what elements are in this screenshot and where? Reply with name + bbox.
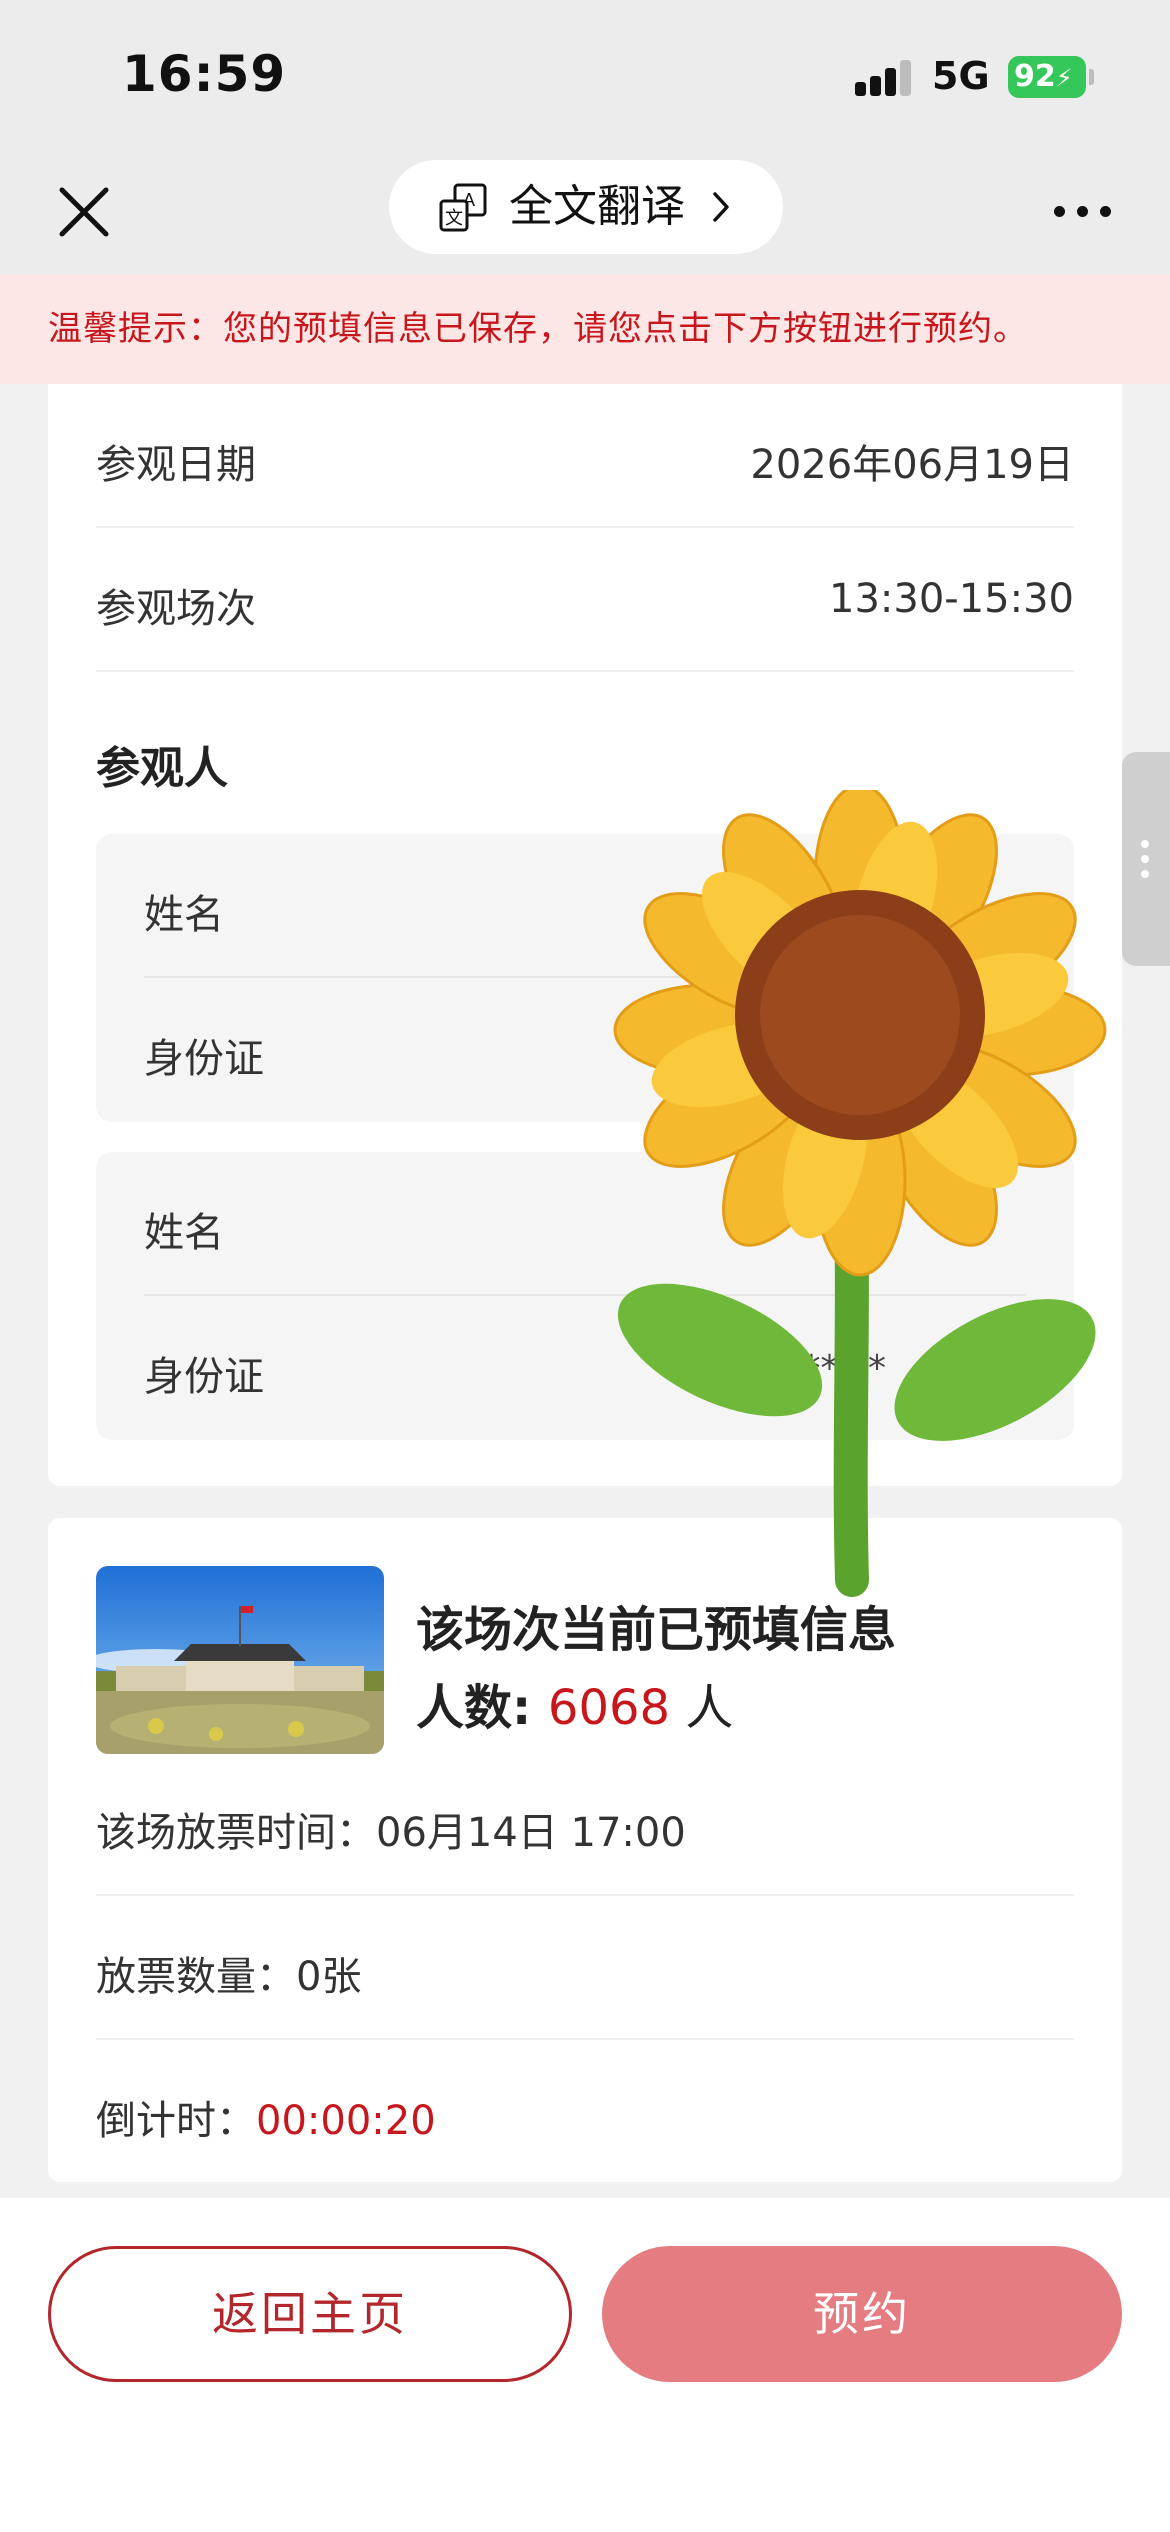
translate-button[interactable]: A 文 全文翻译 xyxy=(389,160,783,254)
release-time-label: 该场放票时间： xyxy=(96,1810,376,1856)
museum-thumbnail xyxy=(96,1566,384,1754)
visitor-id-label: 身份证 xyxy=(144,1354,264,1400)
svg-text:文: 文 xyxy=(445,208,463,228)
countdown-label: 倒计时： xyxy=(96,2098,256,2144)
release-time-row: 该场放票时间：06月14日 17:00 xyxy=(96,1752,1074,1896)
signal-icon xyxy=(855,60,913,96)
countdown-row: 倒计时：00:00:20 xyxy=(96,2040,1074,2184)
visit-date-label: 参观日期 xyxy=(96,442,256,488)
battery-icon: 92⚡ xyxy=(1008,56,1086,98)
ticket-count-row: 放票数量：0张 xyxy=(96,1896,1074,2040)
session-count: 人数: 6068 人 xyxy=(416,1668,733,1738)
ticket-count-value: 0张 xyxy=(296,1954,362,2000)
battery-tip xyxy=(1089,69,1094,85)
battery-level: 92 xyxy=(1014,59,1056,94)
countdown-value: 00:00:20 xyxy=(256,2098,436,2144)
visit-session-label: 参观场次 xyxy=(96,586,256,632)
visitor-name-label: 姓名 xyxy=(144,1210,224,1256)
more-icon[interactable] xyxy=(1052,198,1116,226)
visitor-id-label: 身份证 xyxy=(144,1036,264,1082)
visit-date-value: 2026年06月19日 xyxy=(750,442,1074,488)
translate-label: 全文翻译 xyxy=(509,181,685,232)
visit-session-value: 13:30-15:30 xyxy=(829,576,1074,622)
return-home-button[interactable]: 返回主页 xyxy=(48,2246,572,2382)
count-label: 人数: xyxy=(416,1680,548,1736)
network-type: 5G xyxy=(932,54,990,98)
close-icon[interactable] xyxy=(52,180,116,244)
sunflower-sticker xyxy=(613,790,1107,1597)
visit-session-row: 参观场次 13:30-15:30 xyxy=(96,528,1074,672)
notice-banner: 温馨提示：您的预填信息已保存，请您点击下方按钮进行预约。 xyxy=(0,274,1170,384)
count-value: 6068 xyxy=(547,1680,671,1736)
count-unit: 人 xyxy=(670,1680,734,1736)
session-info-card: 该场次当前已预填信息 人数: 6068 人 该场放票时间：06月14日 17:0… xyxy=(48,1518,1122,2182)
status-bar: 16:59 5G 92⚡ xyxy=(0,0,1170,150)
visitors-title: 参观人 xyxy=(96,743,228,794)
visitor-name-label: 姓名 xyxy=(144,892,224,938)
nav-bar: A 文 全文翻译 xyxy=(0,150,1170,274)
book-button[interactable]: 预约 xyxy=(602,2246,1122,2382)
status-time: 16:59 xyxy=(122,45,287,103)
release-time-value: 06月14日 17:00 xyxy=(376,1810,686,1856)
visit-date-row: 参观日期 2026年06月19日 xyxy=(96,384,1074,528)
chevron-right-icon xyxy=(713,192,729,222)
ticket-count-label: 放票数量： xyxy=(96,1954,296,2000)
bottom-action-bar: 返回主页 预约 xyxy=(0,2198,1170,2532)
translate-icon: A 文 xyxy=(439,183,487,232)
session-info-title: 该场次当前已预填信息 xyxy=(416,1602,897,1658)
